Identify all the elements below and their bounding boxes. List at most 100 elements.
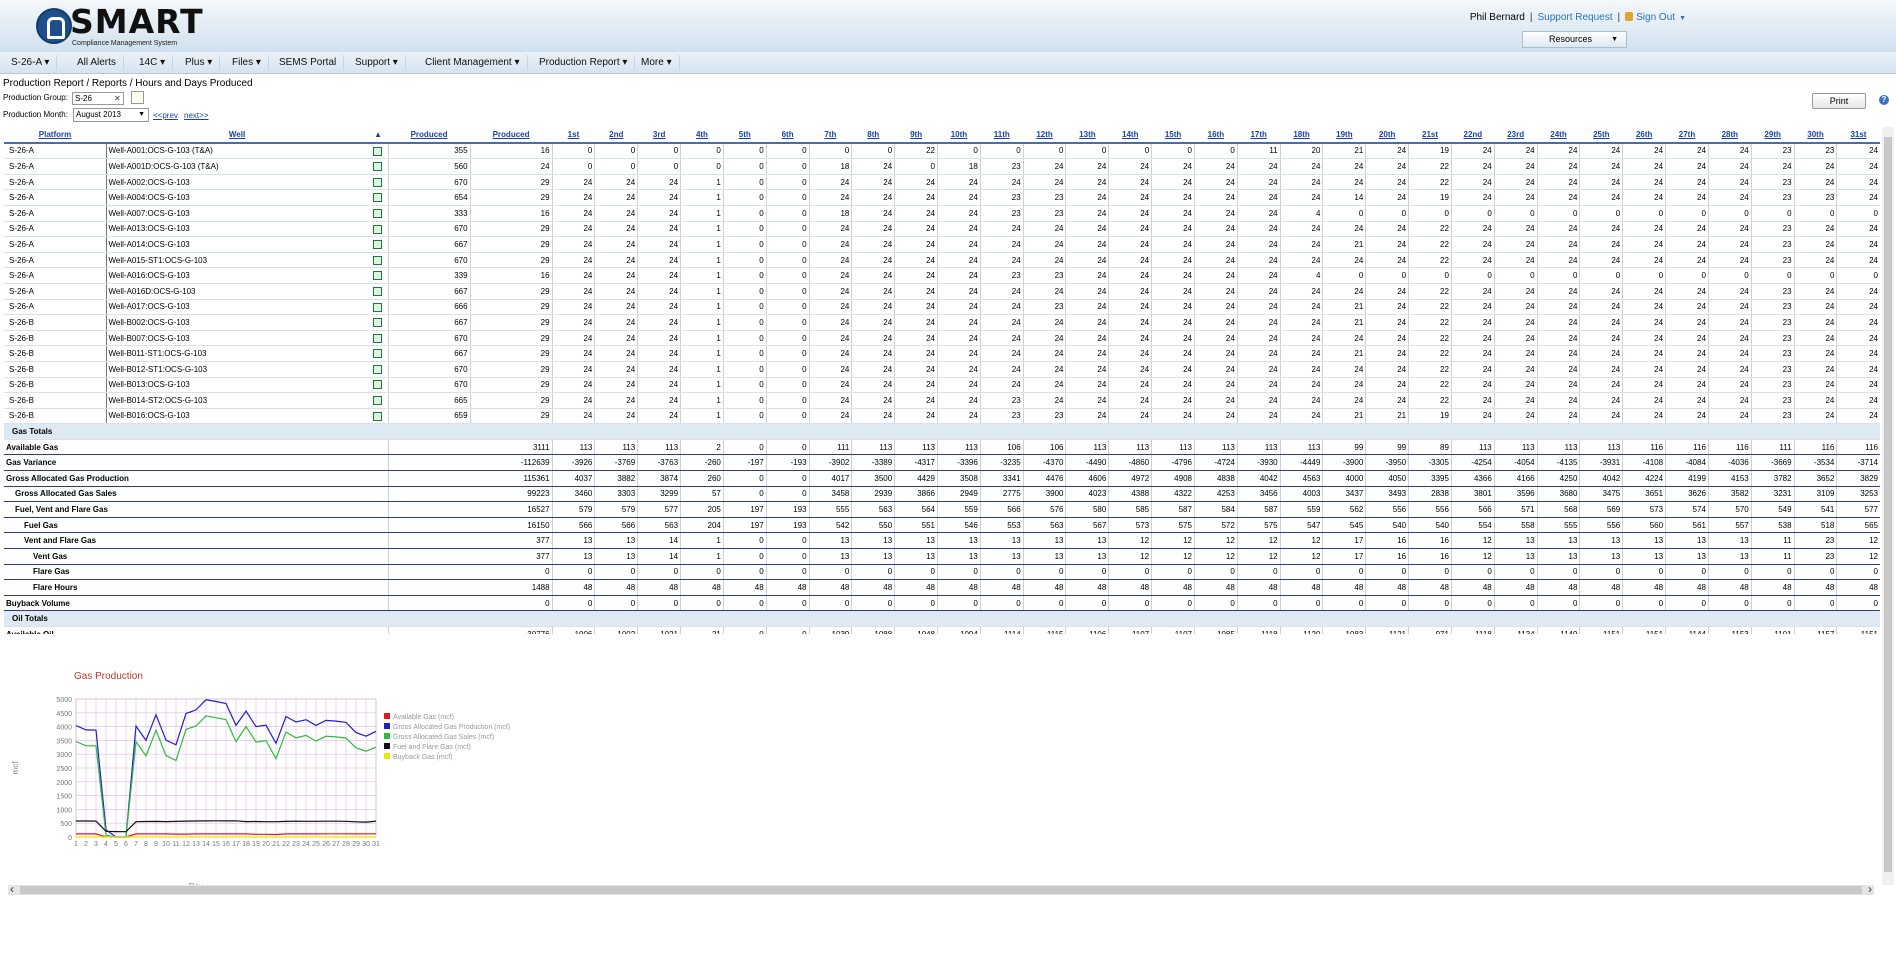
well-chart-icon-cell[interactable] (368, 392, 389, 409)
next-month-link[interactable]: next>> (184, 111, 208, 120)
col-day-1[interactable]: 1st (552, 127, 595, 144)
menu-files[interactable]: Files ▾ (225, 55, 269, 70)
well-cell[interactable]: Well-A017:OCS-G-103 (105, 299, 369, 316)
chart-icon[interactable] (373, 396, 383, 406)
col-platform[interactable]: Platform (4, 127, 107, 144)
col-day-17[interactable]: 17th (1237, 127, 1281, 144)
chart-icon[interactable] (373, 193, 383, 203)
chart-icon[interactable] (373, 380, 383, 390)
menu-support[interactable]: Support ▾ (348, 55, 406, 70)
col-produced-days[interactable]: Produced (470, 127, 553, 144)
col-day-2[interactable]: 2nd (594, 127, 638, 144)
scroll-right-icon[interactable]: › (1868, 882, 1872, 896)
menu-all-alerts[interactable]: All Alerts (70, 55, 124, 70)
clear-group-icon[interactable]: ✕ (114, 94, 121, 103)
col-day-31[interactable]: 31st (1836, 127, 1880, 144)
well-chart-icon-cell[interactable] (368, 408, 389, 425)
well-cell[interactable]: Well-B014-ST2:OCS-G-103 (105, 392, 369, 409)
well-cell[interactable]: Well-B013:OCS-G-103 (105, 377, 369, 394)
col-day-13[interactable]: 13th (1065, 127, 1109, 144)
chart-icon[interactable] (373, 302, 383, 312)
well-chart-icon-cell[interactable] (368, 283, 389, 300)
well-chart-icon-cell[interactable] (368, 174, 389, 191)
chart-icon[interactable] (373, 240, 383, 250)
vertical-scroll-thumb[interactable] (1884, 137, 1892, 872)
well-chart-icon-cell[interactable] (368, 330, 389, 347)
well-cell[interactable]: Well-A016:OCS-G-103 (105, 267, 369, 284)
well-chart-icon-cell[interactable] (368, 377, 389, 394)
col-day-19[interactable]: 19th (1322, 127, 1366, 144)
resources-dropdown[interactable]: Resources ▼ (1522, 31, 1627, 48)
chart-icon[interactable] (373, 177, 383, 187)
well-cell[interactable]: Well-A004:OCS-G-103 (105, 189, 369, 206)
sign-out-link[interactable]: Sign Out (1636, 12, 1675, 23)
well-cell[interactable]: Well-A007:OCS-G-103 (105, 205, 369, 222)
col-sort[interactable]: ▲ (368, 127, 389, 144)
prev-month-link[interactable]: <<prev (153, 111, 178, 120)
edit-group-icon[interactable] (131, 91, 144, 104)
well-cell[interactable]: Well-A013:OCS-G-103 (105, 221, 369, 238)
well-cell[interactable]: Well-B016:OCS-G-103 (105, 408, 369, 425)
well-cell[interactable]: Well-B011-ST1:OCS-G-103 (105, 345, 369, 362)
horizontal-scroll-thumb[interactable] (20, 886, 1862, 894)
support-request-link[interactable]: Support Request (1537, 12, 1612, 23)
chart-icon[interactable] (373, 333, 383, 343)
menu-production-report[interactable]: Production Report ▾ (532, 55, 636, 70)
well-chart-icon-cell[interactable] (368, 361, 389, 378)
well-chart-icon-cell[interactable] (368, 314, 389, 331)
col-day-27[interactable]: 27th (1665, 127, 1709, 144)
col-produced-hours[interactable]: Produced (388, 127, 471, 144)
chart-icon[interactable] (373, 146, 383, 156)
well-cell[interactable]: Well-B002:OCS-G-103 (105, 314, 369, 331)
menu-s-26-a[interactable]: S-26-A ▾ (4, 55, 58, 70)
chart-icon[interactable] (373, 364, 383, 374)
well-cell[interactable]: Well-B012-ST1:OCS-G-103 (105, 361, 369, 378)
vertical-scrollbar[interactable] (1882, 127, 1894, 885)
well-chart-icon-cell[interactable] (368, 158, 389, 175)
col-day-24[interactable]: 24th (1537, 127, 1580, 144)
col-day-14[interactable]: 14th (1108, 127, 1152, 144)
col-day-18[interactable]: 18th (1280, 127, 1323, 144)
col-day-23[interactable]: 23rd (1494, 127, 1538, 144)
menu-sems-portal[interactable]: SEMS Portal (272, 55, 345, 70)
well-cell[interactable]: Well-A001D:OCS-G-103 (T&A) (105, 158, 369, 175)
chart-icon[interactable] (373, 286, 383, 296)
well-chart-icon-cell[interactable] (368, 252, 389, 269)
well-chart-icon-cell[interactable] (368, 345, 389, 362)
production-month-select[interactable]: August 2013 ▼ (73, 108, 149, 122)
col-day-6[interactable]: 6th (766, 127, 810, 144)
col-day-29[interactable]: 29th (1751, 127, 1795, 144)
col-day-20[interactable]: 20th (1365, 127, 1409, 144)
col-day-16[interactable]: 16th (1194, 127, 1238, 144)
chart-icon[interactable] (373, 224, 383, 234)
col-day-9[interactable]: 9th (894, 127, 938, 144)
chart-icon[interactable] (373, 271, 383, 281)
menu-client-management[interactable]: Client Management ▾ (418, 55, 528, 70)
col-day-12[interactable]: 12th (1023, 127, 1066, 144)
col-day-15[interactable]: 15th (1151, 127, 1195, 144)
chart-icon[interactable] (373, 349, 383, 359)
chart-icon[interactable] (373, 162, 383, 172)
well-chart-icon-cell[interactable] (368, 236, 389, 253)
well-cell[interactable]: Well-A016D:OCS-G-103 (105, 283, 369, 300)
help-icon[interactable]: ? (1879, 95, 1889, 105)
well-cell[interactable]: Well-A002:OCS-G-103 (105, 174, 369, 191)
col-day-28[interactable]: 28th (1708, 127, 1752, 144)
col-day-30[interactable]: 30th (1794, 127, 1837, 144)
well-cell[interactable]: Well-A015-ST1:OCS-G-103 (105, 252, 369, 269)
well-chart-icon-cell[interactable] (368, 142, 389, 160)
well-chart-icon-cell[interactable] (368, 299, 389, 316)
well-chart-icon-cell[interactable] (368, 205, 389, 222)
chart-icon[interactable] (373, 208, 383, 218)
sign-out-caret-icon[interactable]: ▼ (1679, 15, 1686, 22)
menu-more[interactable]: More ▾ (634, 55, 680, 70)
well-chart-icon-cell[interactable] (368, 189, 389, 206)
chart-icon[interactable] (373, 318, 383, 328)
col-day-21[interactable]: 21st (1408, 127, 1452, 144)
horizontal-scrollbar[interactable]: ‹ › (8, 882, 1874, 896)
well-cell[interactable]: Well-B007:OCS-G-103 (105, 330, 369, 347)
col-day-25[interactable]: 25th (1579, 127, 1623, 144)
menu-plus[interactable]: Plus ▾ (178, 55, 221, 70)
col-day-4[interactable]: 4th (680, 127, 724, 144)
well-chart-icon-cell[interactable] (368, 221, 389, 238)
